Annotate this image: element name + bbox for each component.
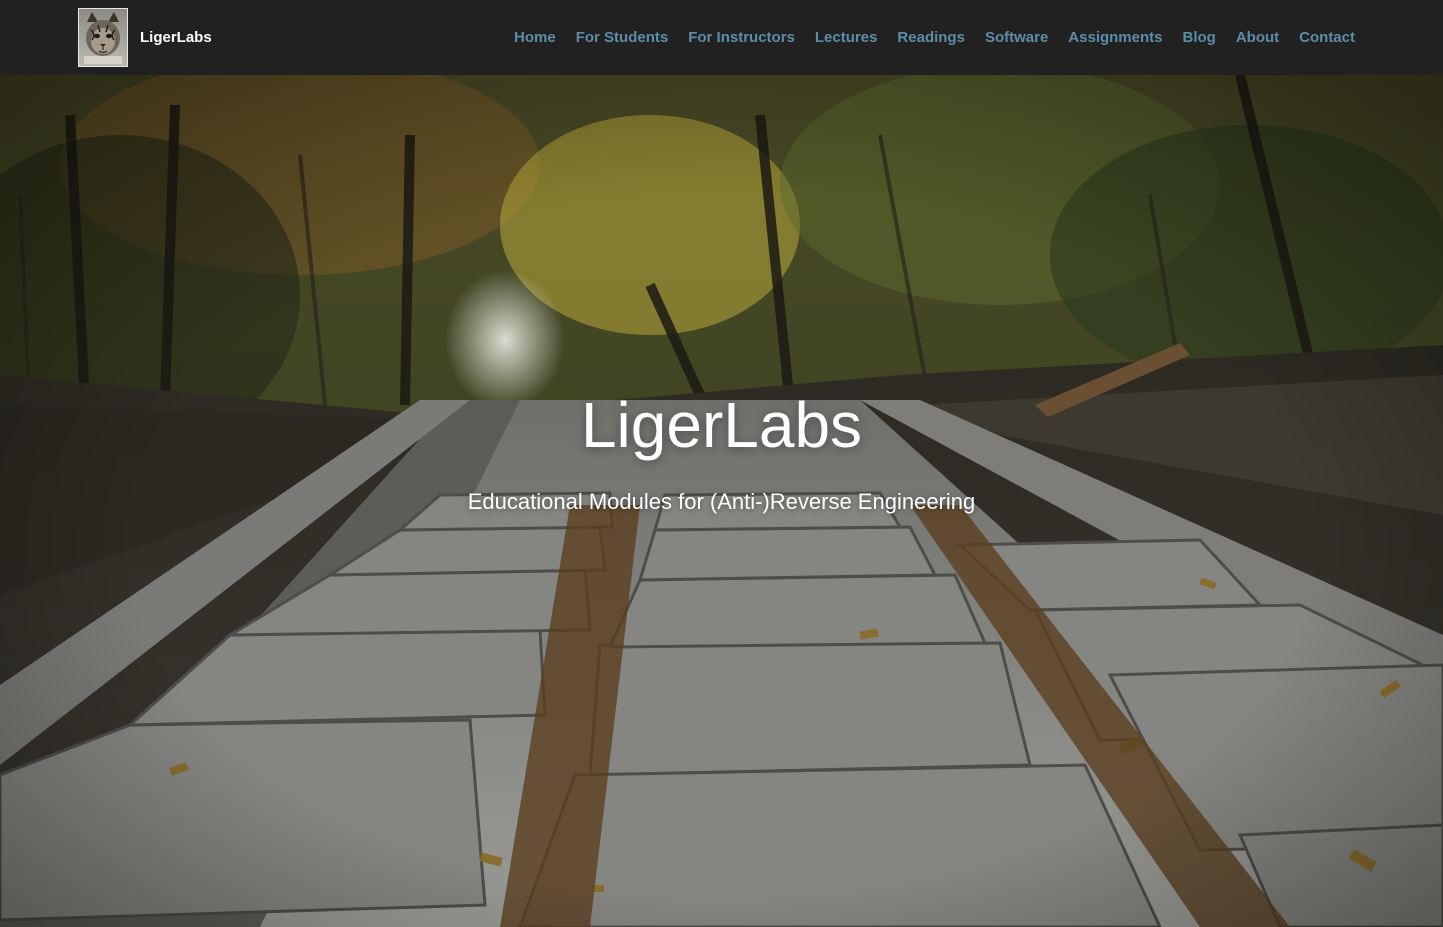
nav-assignments-link[interactable]: Assignments xyxy=(1068,29,1162,46)
top-navbar: LigerLabs Home For Students For Instruct… xyxy=(0,0,1443,75)
nav-home-link[interactable]: Home xyxy=(514,29,556,46)
nav-readings-link[interactable]: Readings xyxy=(897,29,965,46)
nav-contact-link[interactable]: Contact xyxy=(1299,29,1355,46)
nav-about-link[interactable]: About xyxy=(1236,29,1279,46)
brand-name: LigerLabs xyxy=(140,29,212,46)
brand-home-link[interactable]: LigerLabs xyxy=(78,8,212,67)
nav-lectures-link[interactable]: Lectures xyxy=(815,29,878,46)
hero-subtitle: Educational Modules for (Anti-)Reverse E… xyxy=(467,489,976,514)
hero-title: LigerLabs xyxy=(580,389,863,461)
nav-blog-link[interactable]: Blog xyxy=(1183,29,1216,46)
nav-software-link[interactable]: Software xyxy=(985,29,1048,46)
main-nav: Home For Students For Instructors Lectur… xyxy=(494,0,1355,75)
nav-for-instructors-link[interactable]: For Instructors xyxy=(688,29,795,46)
liger-cat-photo-icon xyxy=(78,8,128,67)
nav-for-students-link[interactable]: For Students xyxy=(576,29,669,46)
hero-banner: LigerLabs Educational Modules for (Anti-… xyxy=(0,75,1443,927)
